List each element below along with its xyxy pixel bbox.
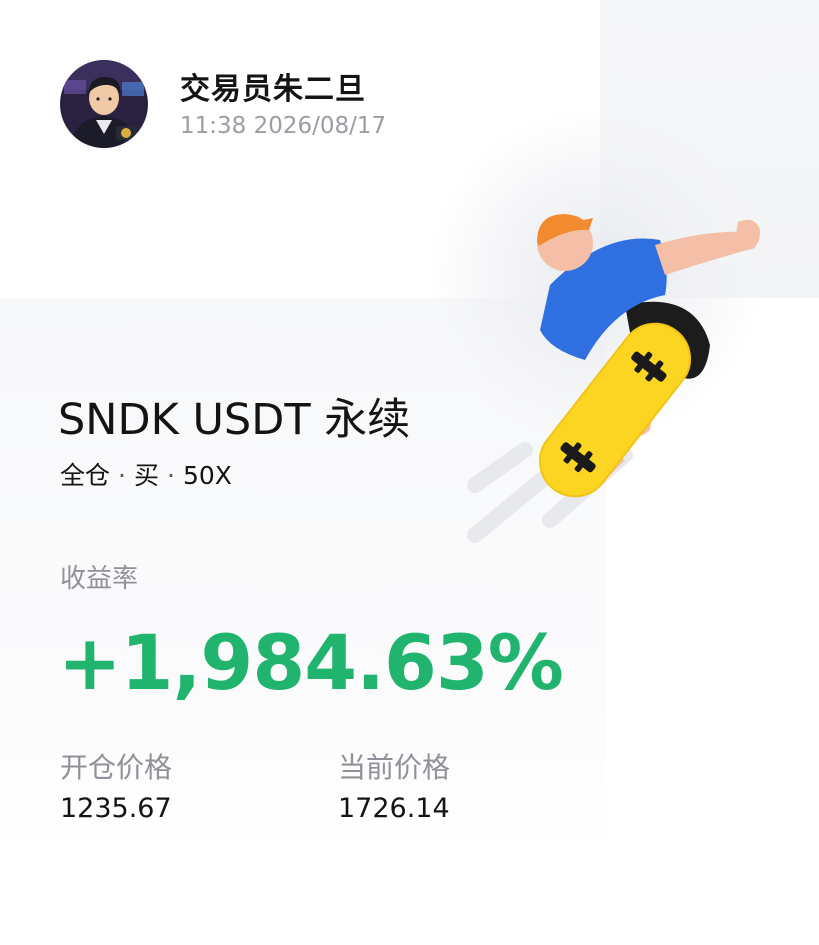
current-price-label: 当前价格: [338, 751, 451, 784]
position-info: 全仓 · 买 · 50X: [60, 456, 232, 492]
roi-value: +1,984.63%: [58, 618, 564, 707]
trade-direction: 买: [133, 461, 159, 490]
avatar[interactable]: [60, 60, 148, 148]
separator: ·: [166, 461, 175, 490]
margin-mode: 全仓: [60, 461, 111, 490]
current-price-value: 1726.14: [338, 793, 450, 824]
entry-price-label: 开仓价格: [60, 751, 173, 784]
user-name[interactable]: 交易员朱二旦: [180, 64, 366, 108]
leverage: 50X: [182, 461, 232, 490]
entry-price-value: 1235.67: [60, 793, 172, 824]
roi-label: 收益率: [60, 564, 139, 594]
skateboarder-illustration: [455, 200, 765, 554]
post-timestamp: 11:38 2026/08/17: [180, 113, 387, 139]
trading-pair-title: SNDK USDT 永续: [58, 395, 411, 445]
separator: ·: [118, 461, 126, 490]
